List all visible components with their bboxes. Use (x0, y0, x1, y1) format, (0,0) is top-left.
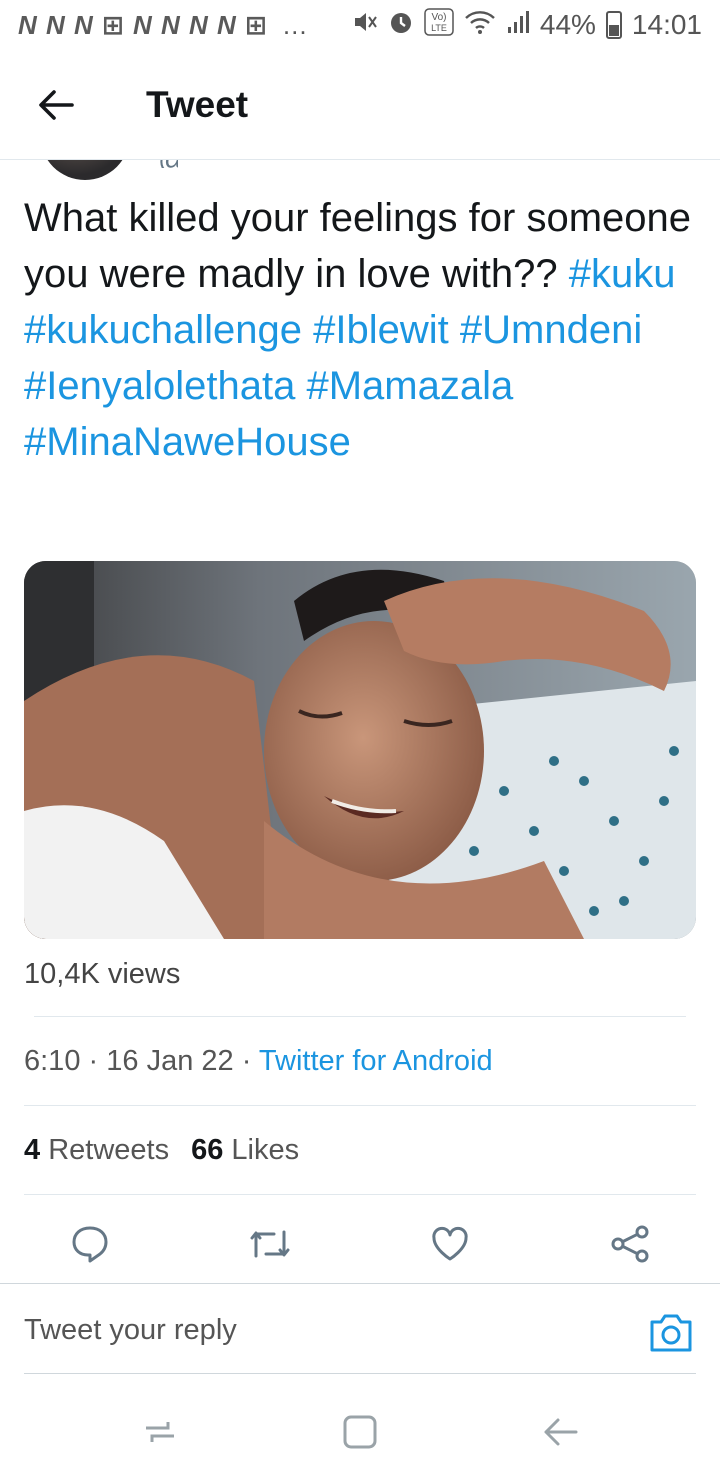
reply-input[interactable] (24, 1314, 584, 1347)
tweet-time: 6:10 (24, 1045, 81, 1077)
meta-separator: · (88, 1045, 99, 1077)
divider (34, 1016, 686, 1017)
mute-icon (352, 9, 378, 42)
clock: 14:01 (631, 9, 702, 40)
camera-icon (650, 1314, 692, 1352)
hashtag-link[interactable]: #Umndeni (460, 308, 642, 352)
divider (24, 1194, 696, 1195)
svg-text:LTE: LTE (431, 23, 447, 33)
likes-label: Likes (231, 1134, 300, 1166)
tweet-date: 16 Jan 22 (106, 1045, 234, 1077)
battery-icon (605, 11, 622, 39)
tweet-stats: 4 Retweets 66 Likes (24, 1134, 299, 1167)
recents-icon (146, 1422, 174, 1442)
tweet-video[interactable] (24, 561, 696, 939)
reply-bar (0, 1283, 720, 1375)
view-count: 10,4K views (24, 958, 181, 990)
share-icon (611, 1225, 649, 1263)
back-nav-button[interactable] (540, 1412, 580, 1452)
author-handle-fragment: @ (158, 160, 178, 168)
notification-icons: N N N ⊞ N N N N ⊞ (18, 9, 268, 40)
hashtag-link[interactable]: #kukuchallenge (24, 308, 302, 352)
app-header: Tweet (0, 50, 720, 160)
like-button[interactable] (428, 1222, 472, 1266)
video-thumbnail (24, 561, 696, 939)
retweet-button[interactable] (248, 1222, 292, 1266)
reply-button[interactable] (68, 1222, 112, 1266)
more-notifications-icon: … (281, 9, 308, 40)
hashtag-link[interactable]: #kuku (569, 252, 676, 296)
share-button[interactable] (608, 1222, 652, 1266)
page-title: Tweet (146, 83, 249, 125)
hashtag-link[interactable]: #MinaNaweHouse (24, 420, 351, 464)
retweets-stat[interactable]: 4 Retweets (24, 1134, 169, 1166)
hashtag-link[interactable]: #Ienyalolethata (24, 364, 295, 408)
tweet-meta: 6:10 · 16 Jan 22 · Twitter for Android (24, 1045, 493, 1078)
hashtag-link[interactable]: #Mamazala (306, 364, 513, 408)
divider (24, 1373, 696, 1374)
wifi-icon (464, 9, 496, 42)
arrow-left-icon (39, 89, 74, 120)
retweet-icon (250, 1230, 290, 1258)
reply-icon (72, 1226, 108, 1263)
status-bar: N N N ⊞ N N N N ⊞ … Vo) LTE 44% 14:01 (0, 0, 720, 50)
hashtag-link[interactable]: #Iblewit (313, 308, 449, 352)
divider (24, 1105, 696, 1106)
volte-icon: Vo) LTE (424, 7, 454, 43)
retweets-count: 4 (24, 1134, 41, 1166)
tweet-source-link[interactable]: Twitter for Android (259, 1045, 493, 1077)
author-avatar[interactable] (40, 160, 130, 180)
home-icon (343, 1415, 377, 1449)
back-arrow-icon (544, 1418, 578, 1446)
likes-count: 66 (191, 1134, 224, 1166)
recents-button[interactable] (140, 1412, 180, 1452)
back-button[interactable] (26, 75, 86, 135)
signal-icon (506, 9, 530, 42)
camera-button[interactable] (648, 1310, 694, 1354)
status-right: Vo) LTE 44% 14:01 (352, 7, 702, 43)
heart-icon (432, 1226, 468, 1261)
battery-percent: 44% (539, 9, 596, 40)
system-nav-bar (0, 1376, 720, 1480)
tweet-text: What killed your feelings for someone yo… (24, 190, 704, 470)
likes-stat[interactable]: 66 Likes (191, 1134, 299, 1166)
home-button[interactable] (340, 1412, 380, 1452)
alarm-icon (388, 9, 414, 42)
svg-text:Vo): Vo) (431, 12, 446, 23)
meta-separator: · (241, 1045, 252, 1077)
retweets-label: Retweets (48, 1134, 170, 1166)
tweet-actions (0, 1210, 720, 1280)
